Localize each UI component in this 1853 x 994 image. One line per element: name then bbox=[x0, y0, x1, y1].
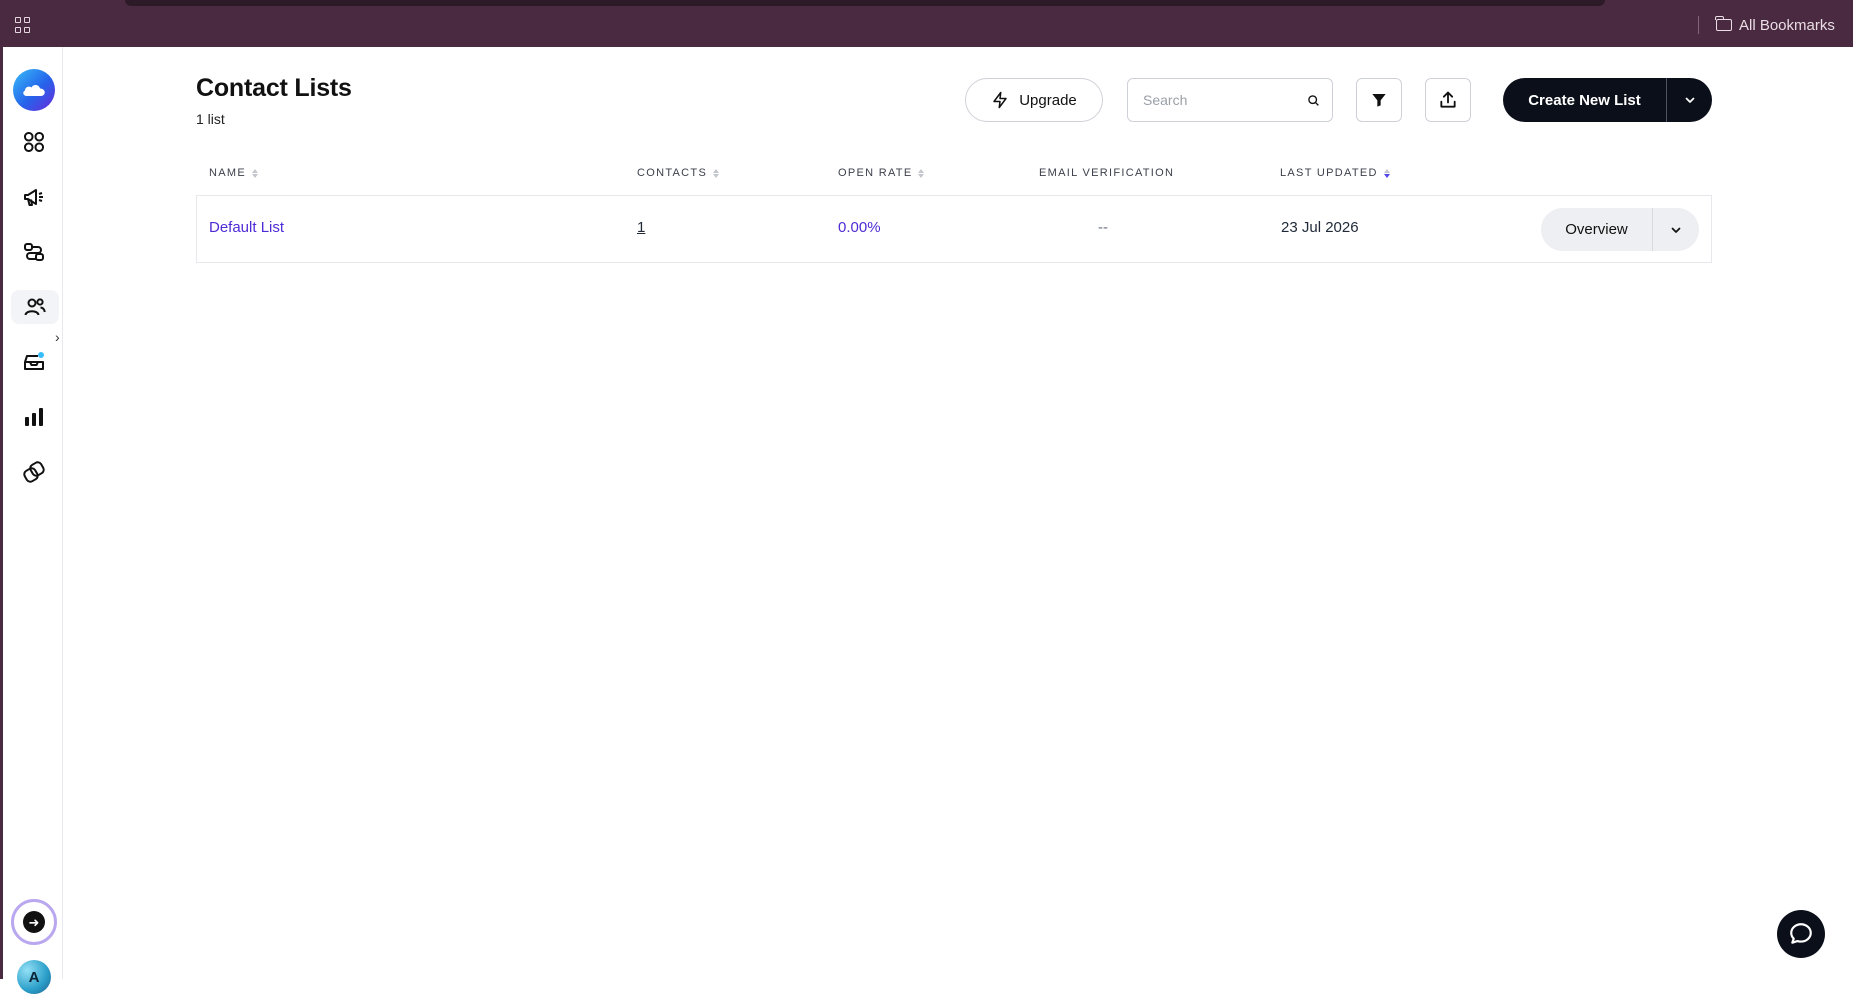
sidebar-item-contacts[interactable] bbox=[11, 290, 59, 324]
create-new-list-button-group: Create New List bbox=[1503, 78, 1712, 122]
browser-bookmark-bar: All Bookmarks bbox=[0, 0, 1853, 47]
inbox-icon bbox=[24, 352, 44, 370]
sidebar-item-dashboard[interactable] bbox=[17, 125, 51, 159]
sort-icon bbox=[251, 168, 258, 178]
filter-icon bbox=[1372, 94, 1386, 107]
column-header-email-verification: EMAIL VERIFICATION bbox=[1039, 167, 1174, 179]
upload-icon bbox=[1440, 91, 1456, 108]
contacts-icon bbox=[24, 298, 46, 316]
create-options-dropdown[interactable] bbox=[1667, 78, 1712, 122]
sort-icon bbox=[713, 168, 720, 178]
row-actions-button-group: Overview bbox=[1541, 208, 1699, 251]
avatar-initial: A bbox=[28, 968, 40, 986]
export-button[interactable] bbox=[1425, 78, 1471, 122]
arrow-right-icon: ➜ bbox=[23, 911, 45, 933]
user-avatar[interactable]: A bbox=[17, 960, 51, 994]
contacts-count-link[interactable]: 1 bbox=[637, 219, 645, 236]
all-bookmarks-button[interactable]: All Bookmarks bbox=[1715, 14, 1835, 36]
sidebar-item-analytics[interactable] bbox=[17, 400, 51, 434]
megaphone-icon bbox=[24, 189, 43, 206]
cloud-icon bbox=[23, 84, 45, 96]
chat-widget-button[interactable] bbox=[1777, 910, 1825, 958]
email-verification-value: -- bbox=[1098, 219, 1108, 236]
chevron-down-icon bbox=[1671, 227, 1681, 233]
last-updated-value: 23 Jul 2026 bbox=[1281, 219, 1359, 236]
sort-desc-icon bbox=[1383, 168, 1390, 178]
upgrade-label: Upgrade bbox=[1019, 91, 1077, 109]
app-sidebar: › ➜ A bbox=[3, 47, 65, 994]
open-rate-value: 0.00% bbox=[838, 219, 881, 236]
chat-bubble-icon bbox=[1790, 923, 1812, 944]
search-input[interactable] bbox=[1143, 92, 1307, 108]
bookmark-separator bbox=[1698, 16, 1699, 34]
sidebar-item-integrations[interactable] bbox=[17, 455, 51, 489]
column-header-name[interactable]: NAME bbox=[209, 167, 258, 179]
column-header-contacts[interactable]: CONTACTS bbox=[637, 167, 720, 179]
create-new-list-button[interactable]: Create New List bbox=[1503, 78, 1667, 122]
sidebar-item-campaigns[interactable] bbox=[17, 180, 51, 214]
sidebar-item-automations[interactable] bbox=[17, 235, 51, 269]
apps-grid-icon[interactable] bbox=[15, 17, 31, 33]
integrations-icon bbox=[23, 461, 45, 483]
folder-icon bbox=[1715, 16, 1732, 31]
address-bar-edge bbox=[125, 0, 1605, 6]
list-count: 1 list bbox=[196, 111, 225, 127]
list-name-link[interactable]: Default List bbox=[209, 219, 284, 236]
sort-icon bbox=[918, 168, 925, 178]
column-header-label: NAME bbox=[209, 167, 246, 179]
filter-button[interactable] bbox=[1356, 78, 1402, 122]
column-header-open-rate[interactable]: OPEN RATE bbox=[838, 167, 925, 179]
table-row bbox=[196, 195, 1712, 263]
page-title: Contact Lists bbox=[196, 74, 352, 102]
all-bookmarks-label: All Bookmarks bbox=[1739, 16, 1835, 34]
column-header-label: CONTACTS bbox=[637, 167, 708, 179]
column-header-last-updated[interactable]: LAST UPDATED bbox=[1280, 167, 1390, 179]
quick-action-button[interactable]: ➜ bbox=[11, 899, 57, 945]
column-header-label: EMAIL VERIFICATION bbox=[1039, 167, 1175, 179]
sidebar-expand-chevron-icon[interactable]: › bbox=[55, 330, 65, 344]
analytics-icon bbox=[25, 408, 43, 426]
brand-logo[interactable] bbox=[13, 69, 55, 111]
upgrade-button[interactable]: Upgrade bbox=[965, 78, 1103, 122]
search-box bbox=[1127, 78, 1333, 122]
automation-icon bbox=[24, 243, 44, 261]
row-actions-dropdown[interactable] bbox=[1653, 208, 1699, 251]
column-header-label: OPEN RATE bbox=[838, 167, 913, 179]
column-header-label: LAST UPDATED bbox=[1280, 167, 1378, 179]
dashboard-icon bbox=[24, 132, 44, 152]
lightning-icon bbox=[993, 91, 1007, 109]
chevron-down-icon bbox=[1685, 97, 1694, 103]
search-icon[interactable] bbox=[1307, 94, 1320, 107]
sidebar-item-inbox[interactable] bbox=[17, 345, 51, 379]
overview-button[interactable]: Overview bbox=[1541, 208, 1653, 251]
